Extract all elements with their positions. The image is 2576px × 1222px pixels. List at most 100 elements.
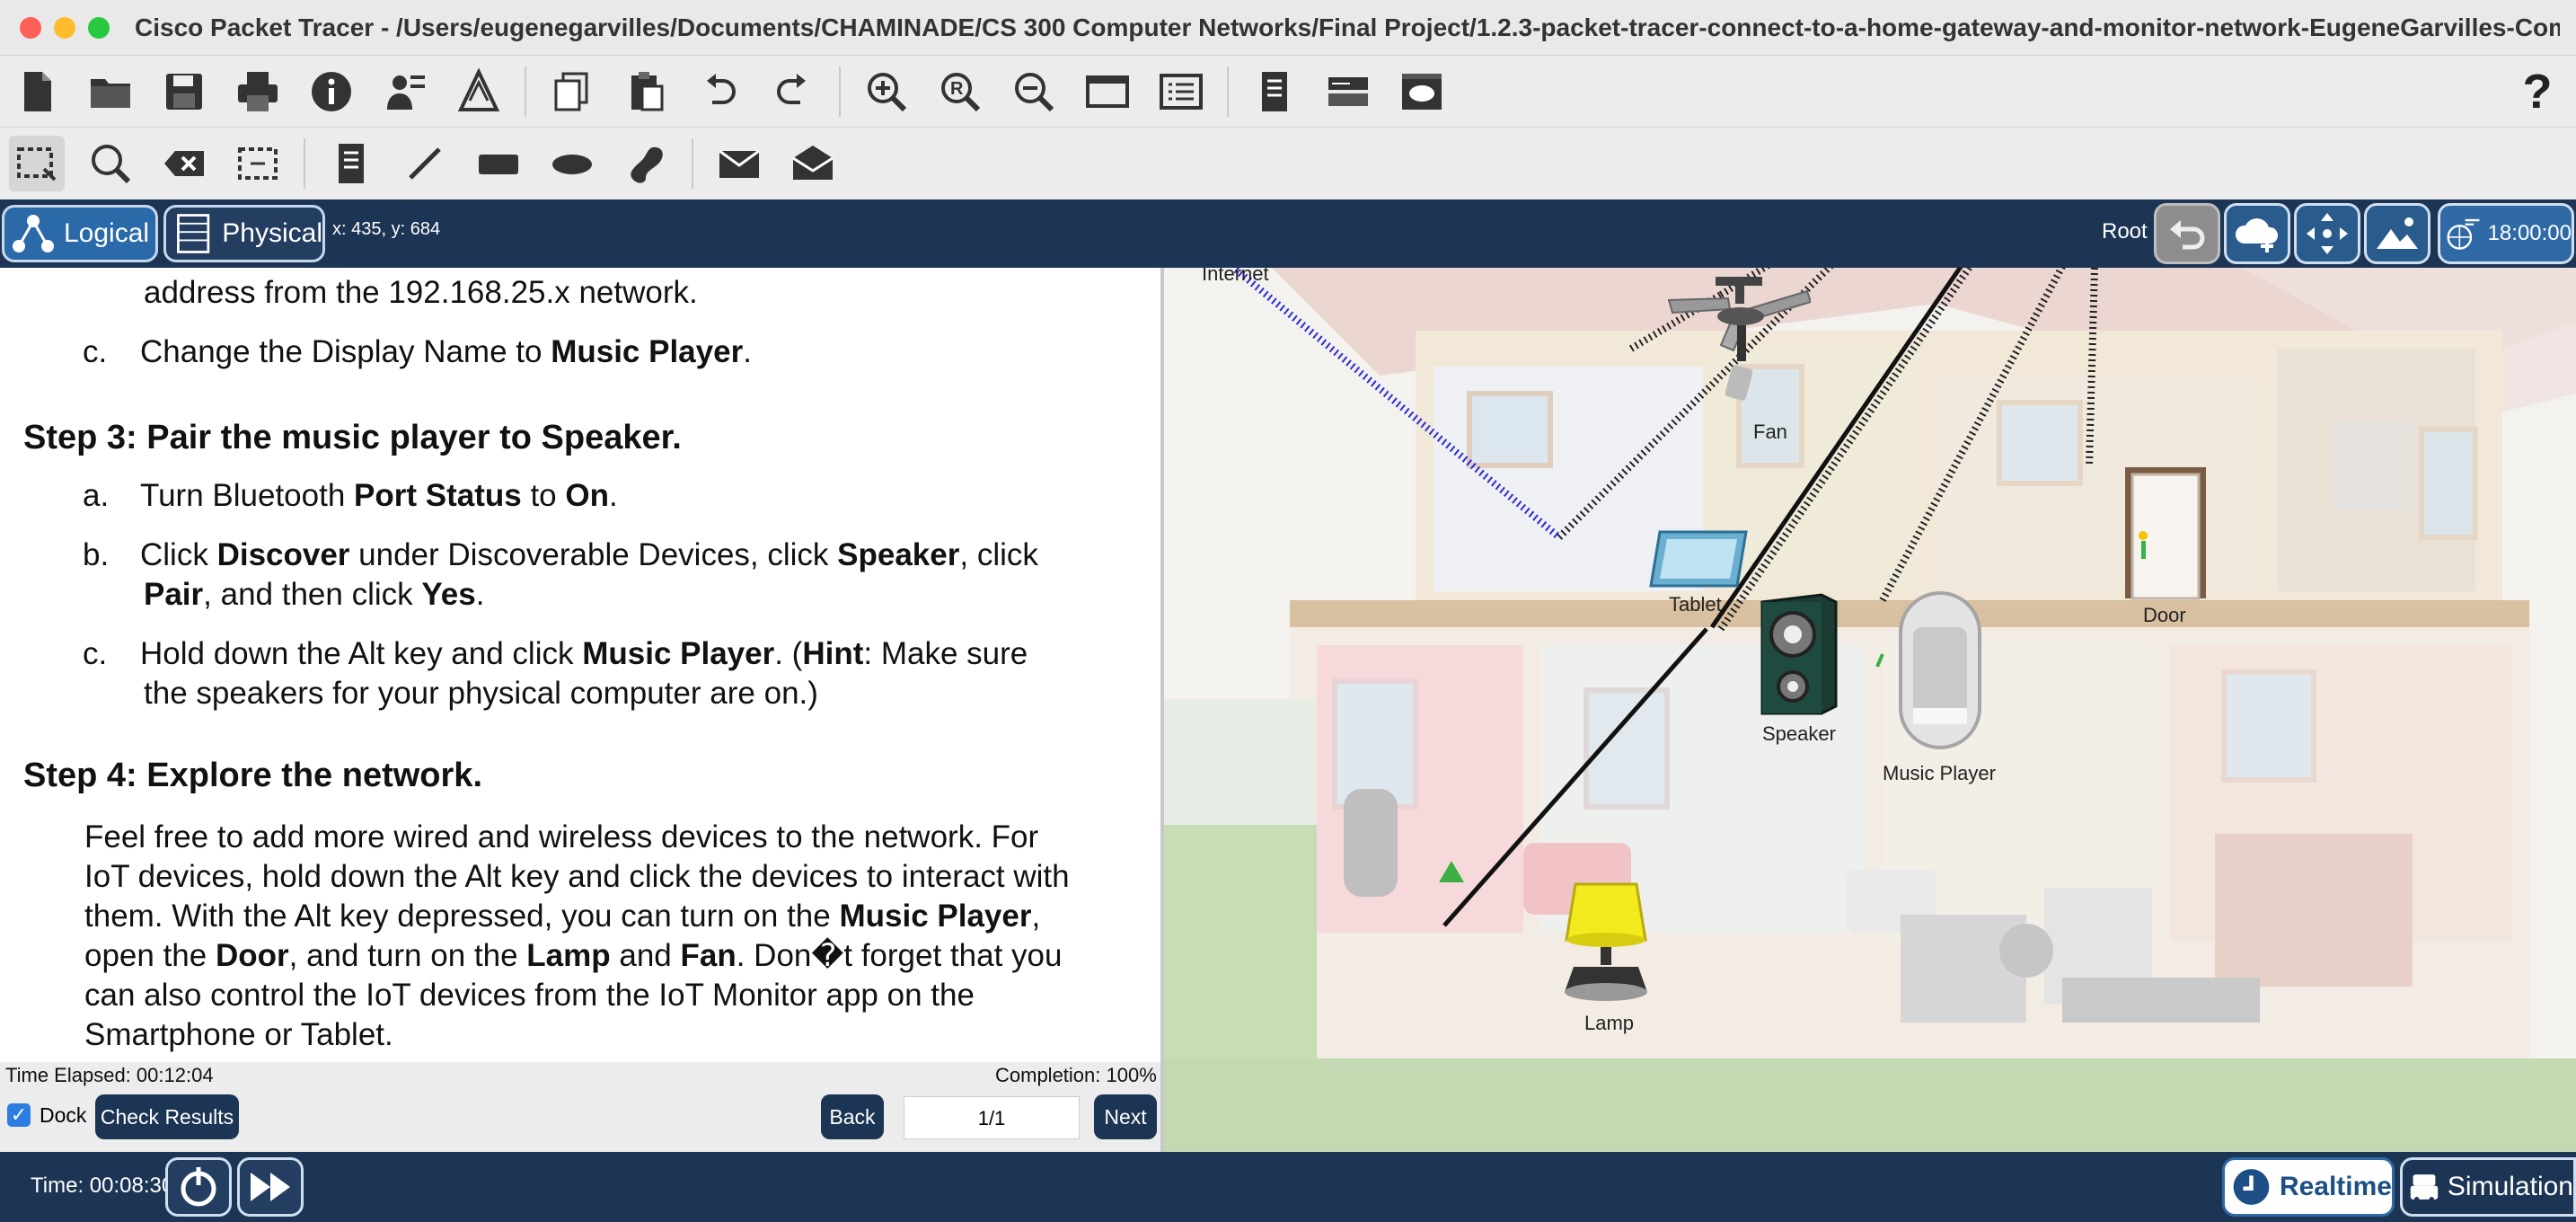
new-file-icon[interactable] — [9, 64, 65, 120]
landscape-image-icon — [2377, 217, 2418, 249]
inspect-icon[interactable] — [83, 136, 138, 191]
realtime-mode-button[interactable]: Realtime — [2222, 1157, 2395, 1217]
speaker-label: Speaker — [1762, 722, 1836, 745]
step4-paragraph-line: them. With the Alt key depressed, you ca… — [84, 899, 1041, 934]
lamp-label: Lamp — [1584, 1012, 1635, 1034]
move-object-button[interactable] — [2294, 203, 2360, 264]
power-cycle-icon — [181, 1167, 216, 1207]
lamp-icon[interactable] — [1561, 881, 1651, 1006]
open-folder-icon[interactable] — [83, 64, 138, 120]
logical-topology-icon — [13, 215, 54, 252]
activity-wizard-icon[interactable] — [377, 64, 433, 120]
app-window: Cisco Packet Tracer - /Users/eugenegarvi… — [0, 0, 2576, 1222]
physical-tab-label: Physical — [222, 218, 322, 248]
tablet-icon[interactable] — [1649, 528, 1748, 593]
cursor-coordinates: x: 435, y: 684 — [332, 219, 441, 239]
maximize-window-button[interactable] — [88, 16, 110, 39]
help-button[interactable]: ? — [2515, 56, 2560, 128]
toolbar-separator — [1227, 66, 1229, 117]
door-label: Door — [2143, 604, 2186, 626]
check-results-button[interactable]: Check Results — [95, 1094, 239, 1139]
network-info-icon[interactable] — [451, 64, 507, 120]
main-toolbar: R — [0, 56, 2576, 128]
dock-checkbox[interactable]: ✓ — [7, 1103, 31, 1127]
add-simple-pdu-icon[interactable] — [711, 136, 767, 191]
line-icon[interactable] — [397, 136, 453, 191]
add-complex-pdu-icon[interactable] — [785, 136, 841, 191]
window-icon[interactable] — [1080, 64, 1135, 120]
close-window-button[interactable] — [20, 16, 41, 39]
print-icon[interactable] — [230, 64, 286, 120]
resize-icon[interactable] — [230, 136, 286, 191]
ellipse-icon[interactable] — [544, 136, 600, 191]
list-icon[interactable] — [1153, 64, 1209, 120]
minimize-window-button[interactable] — [54, 16, 75, 39]
select-icon[interactable] — [9, 136, 65, 191]
rectangle-icon[interactable] — [471, 136, 526, 191]
freeform-icon[interactable] — [618, 136, 674, 191]
title-bar: Cisco Packet Tracer - /Users/eugenegarvi… — [0, 0, 2576, 56]
set-background-button[interactable] — [2364, 203, 2430, 264]
device-dialog-icon[interactable] — [1320, 64, 1376, 120]
viewport-clock-button[interactable]: 18:00:00 — [2438, 203, 2574, 264]
step3-item-b-line1: Click Discover under Discoverable Device… — [140, 537, 1038, 572]
step3-item-a-label: a. — [83, 478, 110, 513]
connection-lines — [1233, 268, 2098, 927]
toolbar-separator — [525, 66, 526, 117]
step3-item-c-label: c. — [83, 636, 108, 671]
door-icon[interactable] — [2123, 465, 2208, 600]
step3-item-a: Turn Bluetooth Port Status to On. — [140, 478, 618, 513]
toolbar-separator — [692, 138, 693, 189]
time-elapsed: Time Elapsed: 00:12:04 — [5, 1064, 214, 1086]
zoom-reset-icon[interactable]: R — [932, 64, 988, 120]
step3-item-c-line1: Hold down the Alt key and click Music Pl… — [140, 636, 1028, 671]
info-icon[interactable] — [304, 64, 359, 120]
logical-view-tab[interactable]: Logical — [2, 205, 158, 262]
zoom-out-icon[interactable] — [1006, 64, 1062, 120]
simulation-time: Time: 00:08:30 — [31, 1173, 174, 1198]
next-button[interactable]: Next — [1094, 1094, 1157, 1139]
save-icon[interactable] — [156, 64, 212, 120]
fan-icon[interactable] — [1667, 277, 1811, 412]
logical-tab-label: Logical — [64, 218, 150, 248]
music-player-label: Music Player — [1883, 762, 1996, 784]
step4-heading: Step 4: Explore the network. — [23, 757, 482, 794]
speaker-icon[interactable] — [1757, 593, 1839, 715]
wireless-link-internet-tablet — [1233, 268, 1562, 541]
step4-paragraph-line: can also control the IoT devices from th… — [84, 978, 975, 1013]
paste-icon[interactable] — [618, 64, 674, 120]
fast-forward-button[interactable] — [237, 1157, 304, 1217]
redo-icon[interactable] — [765, 64, 821, 120]
step4-paragraph-line: Feel free to add more wired and wireless… — [84, 819, 1039, 855]
power-cycle-button[interactable] — [165, 1157, 232, 1217]
physical-view-tab[interactable]: Physical — [163, 205, 325, 262]
step3-heading: Step 3: Pair the music player to Speaker… — [23, 419, 682, 456]
music-player-icon[interactable] — [1899, 591, 1981, 749]
simulation-mode-button[interactable]: Simulation — [2400, 1157, 2576, 1217]
globe-clock-icon — [2447, 218, 2480, 250]
undo-icon[interactable] — [692, 64, 747, 120]
step3-item-c-line2: the speakers for your physical computer … — [144, 676, 818, 711]
back-to-parent-button[interactable] — [2154, 203, 2220, 264]
clock-icon — [2233, 1169, 2270, 1205]
tablet-label: Tablet — [1669, 593, 1722, 615]
stopwatch-icon — [2410, 1174, 2439, 1202]
back-button[interactable]: Back — [821, 1094, 884, 1139]
logical-workspace[interactable]: Internet Fan Tablet Door Speaker Music P… — [1164, 268, 2576, 1152]
link-status-green-triangle — [1439, 861, 1464, 882]
step4-paragraph-line: IoT devices, hold down the Alt key and c… — [84, 859, 1070, 894]
fan-label: Fan — [1753, 421, 1787, 443]
copy-icon[interactable] — [544, 64, 600, 120]
step4-paragraph-line: Smartphone or Tablet. — [84, 1017, 393, 1052]
window-title: Cisco Packet Tracer - /Users/eugenegarvi… — [135, 13, 2560, 41]
page-indicator[interactable]: 1/1 — [904, 1096, 1080, 1139]
new-cluster-button[interactable] — [2224, 203, 2290, 264]
delete-icon[interactable] — [156, 136, 212, 191]
zoom-in-icon[interactable] — [859, 64, 914, 120]
move-arrows-icon — [2307, 213, 2348, 254]
notes-icon[interactable] — [1247, 64, 1302, 120]
dock-label: Dock — [40, 1103, 87, 1127]
note-icon[interactable] — [323, 136, 379, 191]
fast-forward-icon — [251, 1173, 290, 1201]
custom-device-icon[interactable] — [1394, 64, 1450, 120]
